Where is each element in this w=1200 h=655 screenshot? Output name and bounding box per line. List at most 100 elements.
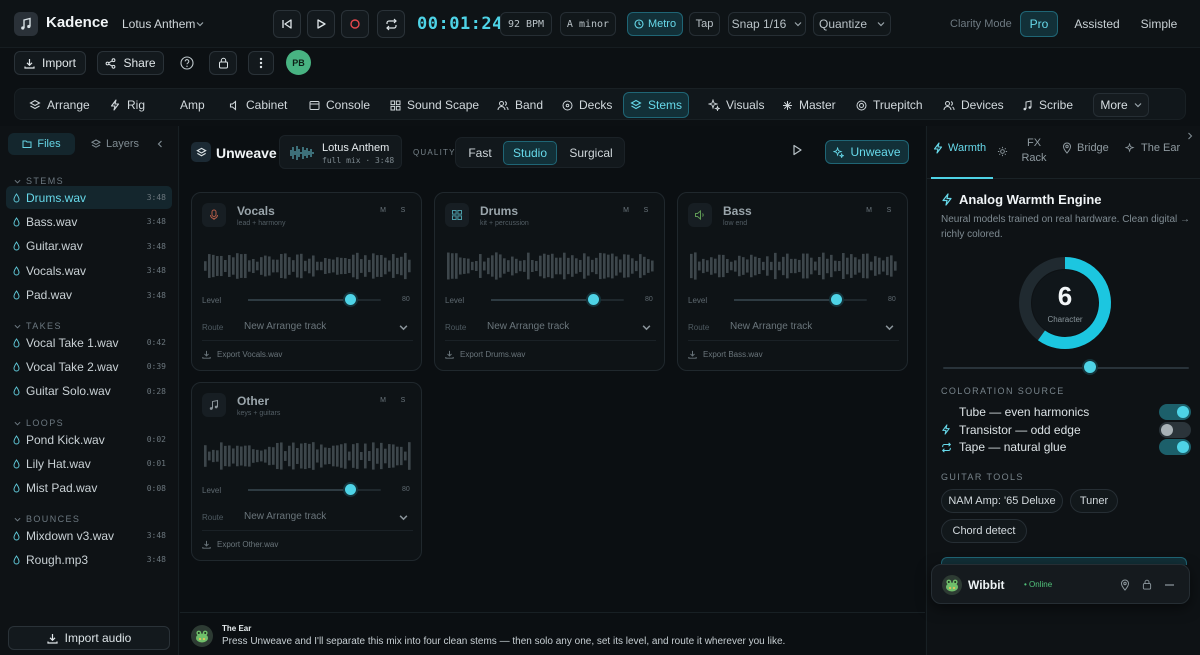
- nav-item-scribe[interactable]: Scribe: [1016, 92, 1079, 118]
- nav-item-decks[interactable]: Decks: [556, 92, 618, 118]
- chevron-down-icon[interactable]: [642, 323, 651, 332]
- chevron-right-icon[interactable]: [1187, 132, 1193, 140]
- unweave-button[interactable]: Unweave: [825, 140, 909, 164]
- import-audio-button[interactable]: Import audio: [8, 626, 170, 650]
- file-group-heading[interactable]: BOUNCES: [14, 514, 80, 524]
- lock-button[interactable]: [209, 51, 237, 75]
- more-options-button[interactable]: [248, 51, 274, 75]
- quality-fast-button[interactable]: Fast: [460, 141, 500, 165]
- user-avatar[interactable]: PB: [286, 50, 311, 75]
- quality-studio-button[interactable]: Studio: [503, 141, 557, 165]
- quality-surgical-button[interactable]: Surgical: [560, 141, 622, 165]
- nav-item-stems[interactable]: Stems: [623, 92, 690, 118]
- nav-item-sound-scape[interactable]: Sound Scape: [384, 92, 485, 118]
- nav-item-rig[interactable]: Rig: [103, 92, 151, 118]
- file-item[interactable]: Guitar Solo.wav 0:28: [6, 380, 172, 403]
- nam-amp-chip[interactable]: NAM Amp: '65 Deluxe: [941, 489, 1063, 513]
- key-display[interactable]: A minor: [560, 12, 616, 36]
- file-item[interactable]: Vocal Take 1.wav 0:42: [6, 331, 172, 354]
- nav-more-button[interactable]: More: [1093, 93, 1149, 117]
- nav-item-master[interactable]: Master: [776, 92, 842, 118]
- nav-item-visuals[interactable]: Visuals: [702, 92, 770, 118]
- file-item[interactable]: Pond Kick.wav 0:02: [6, 428, 172, 451]
- file-item[interactable]: Mixdown v3.wav 3:48: [6, 524, 172, 547]
- export-stem-button[interactable]: Export Vocals.wav: [202, 350, 282, 359]
- record-button[interactable]: [341, 10, 369, 38]
- level-slider-thumb[interactable]: [588, 294, 599, 305]
- chevron-down-icon[interactable]: [885, 323, 894, 332]
- mode-simple-button[interactable]: Simple: [1134, 11, 1184, 37]
- metronome-toggle[interactable]: Metro: [627, 12, 683, 36]
- file-item[interactable]: Vocal Take 2.wav 0:39: [6, 355, 172, 378]
- mode-assisted-button[interactable]: Assisted: [1066, 11, 1128, 37]
- file-item[interactable]: Pad.wav 3:48: [6, 284, 172, 307]
- file-item[interactable]: Bass.wav 3:48: [6, 210, 172, 233]
- route-select[interactable]: New Arrange track: [487, 321, 569, 332]
- nav-item-console[interactable]: Console: [303, 92, 376, 118]
- preview-play-icon[interactable]: [792, 144, 803, 156]
- file-item[interactable]: Vocals.wav 3:48: [6, 259, 172, 282]
- tab-fx-rack[interactable]: FX Rack: [997, 136, 1051, 166]
- mute-button[interactable]: M: [862, 207, 876, 214]
- coloration-toggle[interactable]: [1159, 404, 1191, 420]
- tab-the-ear[interactable]: The Ear: [1125, 142, 1180, 154]
- tab-files[interactable]: Files: [8, 133, 75, 155]
- tab-bridge[interactable]: Bridge: [1062, 142, 1109, 154]
- chord-detect-chip[interactable]: Chord detect: [941, 519, 1027, 543]
- nav-item-band[interactable]: Band: [491, 92, 549, 118]
- loop-button[interactable]: [377, 10, 405, 38]
- location-pin-icon[interactable]: [1120, 579, 1130, 591]
- play-button[interactable]: [307, 10, 335, 38]
- route-select[interactable]: New Arrange track: [244, 321, 326, 332]
- level-slider-thumb[interactable]: [345, 484, 356, 495]
- tap-tempo-button[interactable]: Tap: [689, 12, 720, 36]
- mute-button[interactable]: M: [376, 397, 390, 404]
- file-item[interactable]: Rough.mp3 3:48: [6, 548, 172, 571]
- file-group-heading[interactable]: STEMS: [14, 176, 64, 186]
- solo-button[interactable]: S: [882, 207, 896, 214]
- level-slider-thumb[interactable]: [345, 294, 356, 305]
- file-item[interactable]: Mist Pad.wav 0:08: [6, 477, 172, 500]
- solo-button[interactable]: S: [639, 207, 653, 214]
- nav-item-devices[interactable]: Devices: [937, 92, 1010, 118]
- snap-selector[interactable]: Snap 1/16: [728, 12, 806, 36]
- route-select[interactable]: New Arrange track: [244, 511, 326, 522]
- mute-button[interactable]: M: [376, 207, 390, 214]
- export-stem-button[interactable]: Export Bass.wav: [688, 350, 763, 359]
- export-stem-button[interactable]: Export Other.wav: [202, 540, 278, 549]
- chevron-down-icon[interactable]: [399, 513, 408, 522]
- nav-item-cabinet[interactable]: Cabinet: [223, 92, 293, 118]
- tab-warmth[interactable]: Warmth: [933, 142, 986, 154]
- share-button[interactable]: Share: [97, 51, 164, 75]
- tab-layers[interactable]: Layers: [91, 133, 139, 155]
- file-group-heading[interactable]: TAKES: [14, 321, 62, 331]
- quantize-selector[interactable]: Quantize: [813, 12, 891, 36]
- level-slider-thumb[interactable]: [831, 294, 842, 305]
- file-group-heading[interactable]: LOOPS: [14, 418, 64, 428]
- tuner-chip[interactable]: Tuner: [1070, 489, 1118, 513]
- file-item[interactable]: Drums.wav 3:48: [6, 186, 172, 209]
- lock-icon[interactable]: [1142, 579, 1152, 590]
- file-item[interactable]: Lily Hat.wav 0:01: [6, 452, 172, 475]
- nav-item-truepitch[interactable]: Truepitch: [850, 92, 929, 118]
- project-selector[interactable]: Lotus Anthem: [112, 12, 214, 36]
- mode-pro-button[interactable]: Pro: [1020, 11, 1058, 37]
- bpm-display[interactable]: 92 BPM: [500, 12, 552, 36]
- help-button[interactable]: [176, 51, 198, 75]
- import-button[interactable]: Import: [14, 51, 86, 75]
- mute-button[interactable]: M: [619, 207, 633, 214]
- coloration-toggle[interactable]: [1159, 421, 1191, 438]
- collapse-sidebar-icon[interactable]: [156, 140, 164, 148]
- skip-back-button[interactable]: [273, 10, 301, 38]
- solo-button[interactable]: S: [396, 397, 410, 404]
- export-stem-button[interactable]: Export Drums.wav: [445, 350, 525, 359]
- solo-button[interactable]: S: [396, 207, 410, 214]
- file-item[interactable]: Guitar.wav 3:48: [6, 235, 172, 258]
- coloration-toggle[interactable]: [1159, 439, 1191, 455]
- wibbit-assistant[interactable]: Wibbit • Online: [931, 564, 1190, 604]
- character-slider-track[interactable]: [943, 367, 1189, 369]
- nav-item-amp[interactable]: Amp: [174, 92, 211, 118]
- route-select[interactable]: New Arrange track: [730, 321, 812, 332]
- minimize-icon[interactable]: [1165, 584, 1174, 586]
- chevron-down-icon[interactable]: [399, 323, 408, 332]
